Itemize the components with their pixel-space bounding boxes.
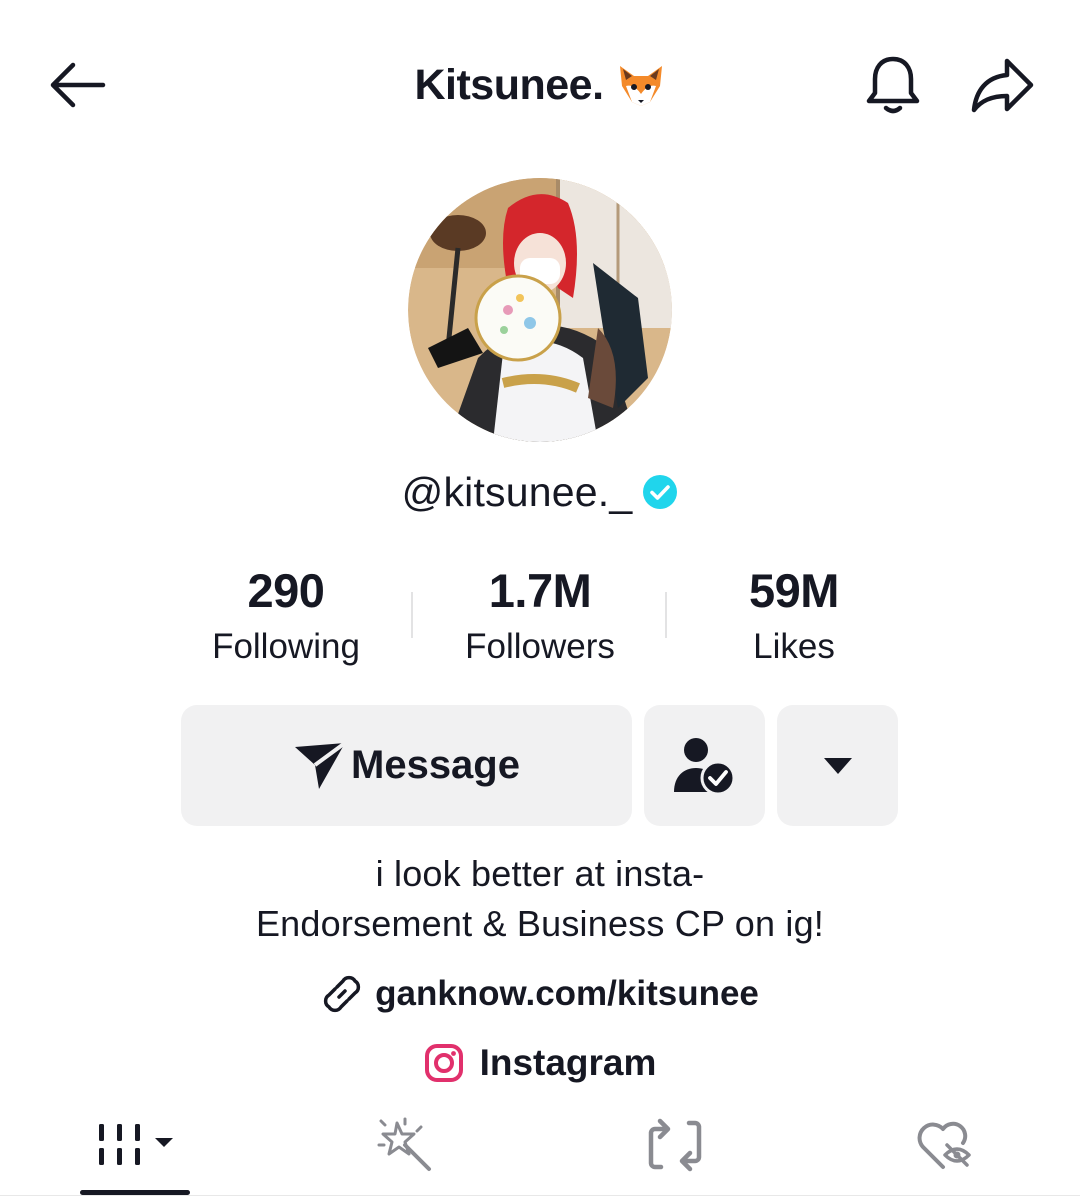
- link-icon: [321, 973, 363, 1015]
- fox-face-icon: [616, 60, 666, 110]
- suggested-accounts-button[interactable]: [777, 705, 898, 826]
- repost-icon: [648, 1118, 702, 1172]
- hidden-heart-icon: [917, 1121, 971, 1169]
- username: @kitsunee._: [401, 468, 633, 515]
- website-link[interactable]: ganknow.com/kitsunee: [240, 968, 840, 1020]
- followers-label: Followers: [465, 627, 615, 666]
- avatar-photo: [408, 178, 672, 442]
- share-icon: [971, 58, 1034, 113]
- stat-following[interactable]: 290 Following: [161, 560, 411, 672]
- back-button[interactable]: [40, 50, 114, 120]
- stat-followers[interactable]: 1.7M Followers: [415, 560, 665, 672]
- tab-liked[interactable]: [870, 1100, 1020, 1190]
- message-button[interactable]: Message: [181, 705, 632, 826]
- instagram-link[interactable]: Instagram: [240, 1036, 840, 1090]
- instagram-icon: [424, 1043, 464, 1083]
- send-icon: [295, 740, 347, 789]
- notification-bell-button[interactable]: [856, 48, 930, 122]
- bio-line-2: Endorsement & Business CP on ig!: [255, 903, 825, 944]
- likes-count: 59M: [749, 564, 839, 617]
- caret-down-icon: [823, 757, 852, 774]
- message-label: Message: [351, 743, 520, 787]
- user-check-icon: [673, 737, 735, 795]
- website-url: ganknow.com/kitsunee: [375, 974, 759, 1013]
- instagram-label: Instagram: [479, 1042, 657, 1083]
- share-button[interactable]: [962, 48, 1042, 122]
- following-label: Following: [212, 627, 360, 666]
- following-count: 290: [247, 564, 325, 617]
- followers-count: 1.7M: [488, 564, 592, 617]
- profile-tab-bar: [0, 1100, 1080, 1200]
- profile-display-name: Kitsunee.: [414, 60, 604, 109]
- bell-icon: [866, 56, 920, 114]
- verified-badge-icon: [642, 474, 678, 510]
- tab-videos[interactable]: [60, 1100, 210, 1190]
- page-title: Kitsunee.: [300, 52, 780, 118]
- tab-reposts[interactable]: [600, 1100, 750, 1190]
- magic-wand-icon: [377, 1117, 431, 1171]
- likes-label: Likes: [753, 627, 835, 666]
- back-arrow-icon: [50, 62, 106, 108]
- following-status-button[interactable]: [644, 705, 765, 826]
- bio-line-1: i look better at insta-: [375, 853, 705, 894]
- tab-bar-divider: [0, 1195, 1080, 1196]
- stat-divider: [411, 592, 413, 638]
- grid-bars-icon: [99, 1124, 173, 1165]
- stat-likes[interactable]: 59M Likes: [669, 560, 919, 672]
- profile-avatar[interactable]: [408, 178, 672, 442]
- stat-divider: [665, 592, 667, 638]
- tab-effects[interactable]: [330, 1100, 480, 1190]
- username-row: @kitsunee._: [240, 462, 840, 522]
